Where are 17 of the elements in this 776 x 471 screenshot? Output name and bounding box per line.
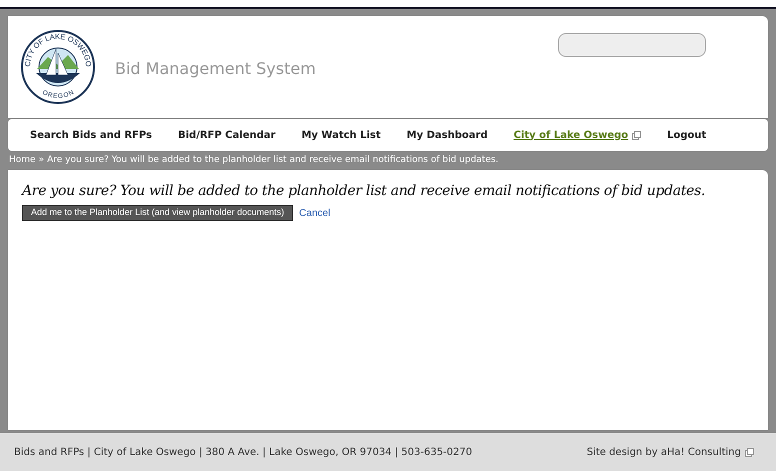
breadcrumb-current: Are you sure? You will be added to the planholder list and receive email notifications of bid updates. — [47, 154, 498, 167]
nav-link[interactable]: Logout — [667, 128, 706, 142]
footer-address: Bids and RFPs | City of Lake Oswego | 380 A Ave. | Lake Oswego, OR 97034 | 503-635-0270 — [14, 446, 472, 460]
site-credit-link[interactable]: Site design by aHa! Consulting — [586, 444, 741, 460]
cancel-link[interactable]: Cancel — [299, 206, 330, 220]
confirmation-heading: Are you sure? You will be added to the planholder list and receive email notifications of bid updates. — [22, 182, 706, 201]
external-link-icon — [632, 130, 642, 140]
nav-link[interactable]: My Watch List — [301, 128, 381, 142]
breadcrumb-separator: » — [38, 154, 44, 167]
search-field[interactable] — [558, 33, 706, 57]
site-title: Bid Management System — [115, 58, 316, 80]
add-to-planholder-list-button[interactable]: Add me to the Planholder List (and view planholder documents) — [22, 205, 294, 221]
nav-link[interactable]: Bid/RFP Calendar — [178, 128, 276, 142]
nav-link[interactable]: My Dashboard — [406, 128, 488, 142]
nav-link[interactable]: Search Bids and RFPs — [30, 128, 152, 142]
nav-link[interactable]: City of Lake Oswego — [514, 128, 628, 142]
external-link-icon — [745, 448, 754, 456]
